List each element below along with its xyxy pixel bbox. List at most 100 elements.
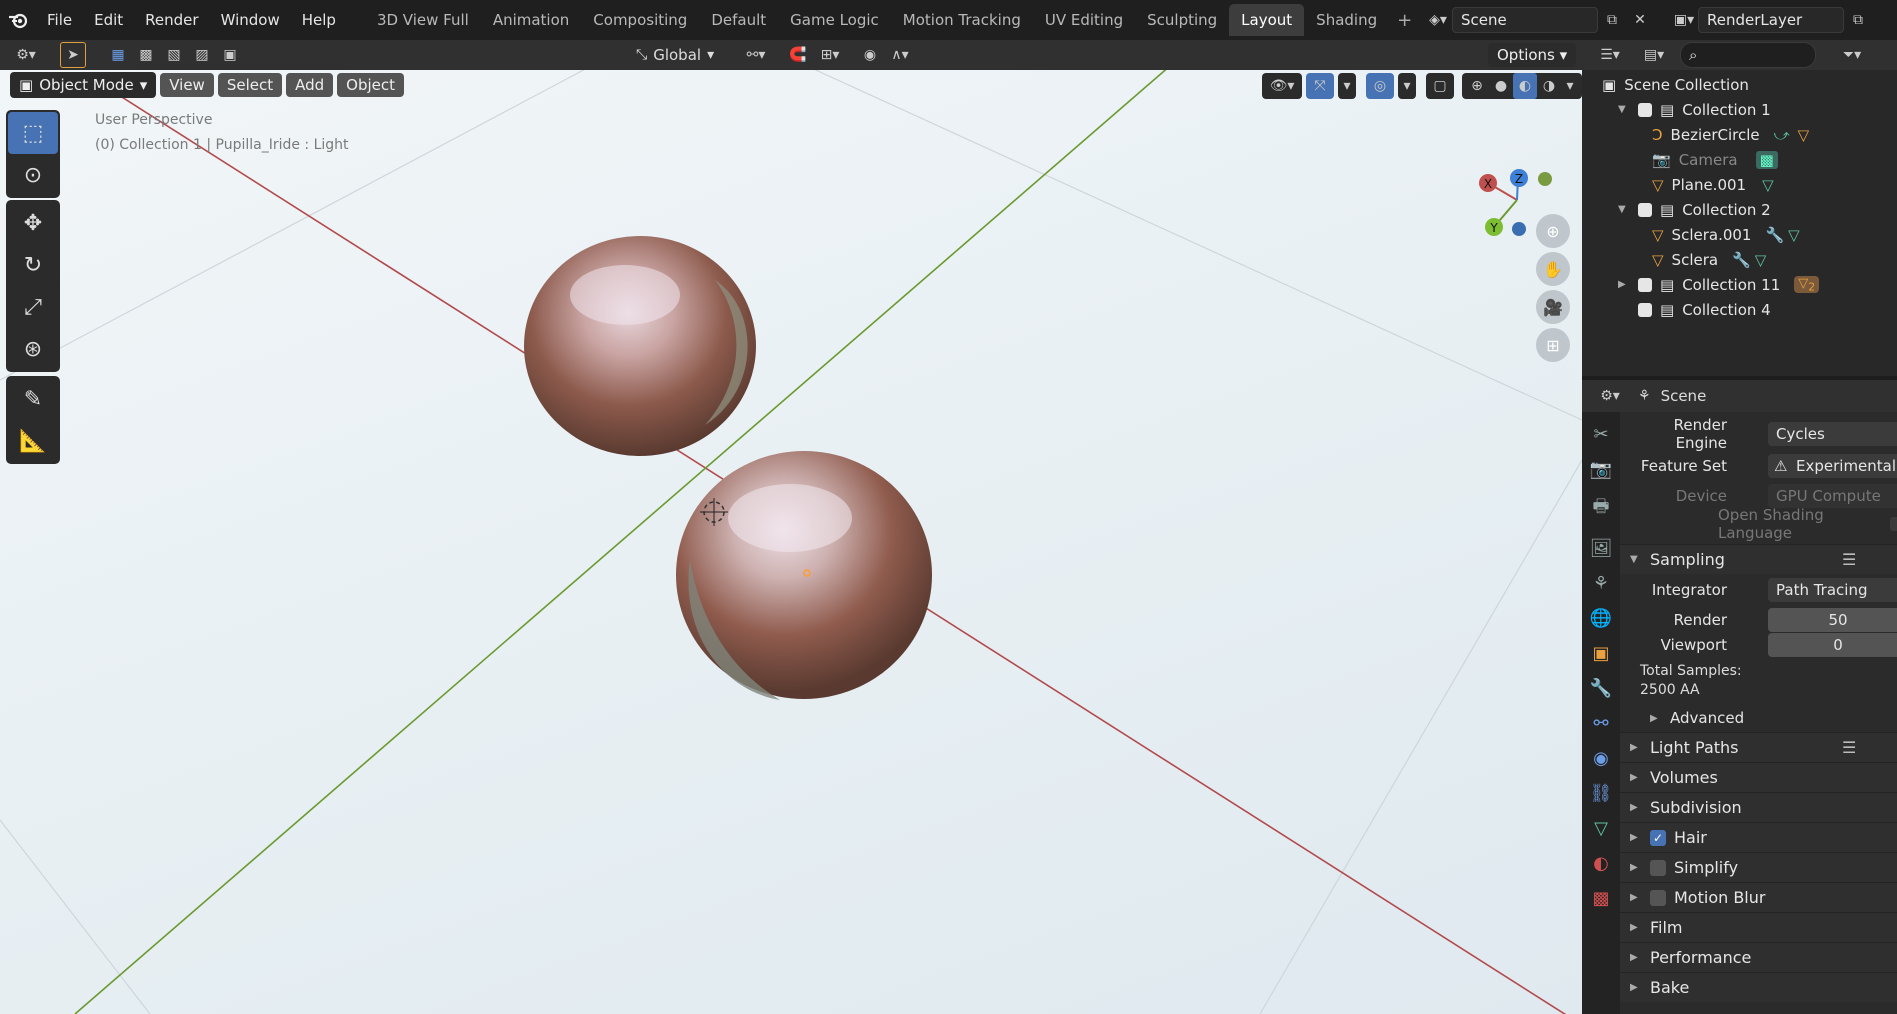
outliner-row[interactable]: ▽ Sclera 🔧 ▽ — [1582, 247, 1897, 272]
light-paths-panel-header[interactable]: ▶ Light Paths ☰ — [1620, 732, 1897, 762]
menu-file[interactable]: File — [36, 0, 83, 40]
solid-shading-icon[interactable]: ● — [1489, 73, 1513, 99]
transform-orientation[interactable]: ⤡ Global ▾ — [636, 46, 714, 64]
motion-blur-checkbox[interactable] — [1650, 889, 1666, 906]
particles-tab-icon[interactable]: ⚯ — [1593, 713, 1608, 734]
overlays-options-icon[interactable]: ▾ — [1398, 73, 1416, 99]
render-tab-icon[interactable]: 📷 — [1590, 459, 1612, 480]
scene-name-field[interactable]: Scene — [1452, 7, 1598, 33]
rendered-shading-icon[interactable]: ◑ — [1537, 73, 1561, 99]
scene-copy-icon[interactable]: ⧉ — [1598, 7, 1626, 33]
hair-panel-header[interactable]: ▶ ✓ Hair — [1620, 822, 1897, 852]
tool-tab-icon[interactable]: ✂ — [1593, 424, 1608, 445]
simplify-checkbox[interactable] — [1650, 859, 1666, 876]
physics-tab-icon[interactable]: ◉ — [1593, 748, 1609, 769]
scene-remove-icon[interactable]: ✕ — [1626, 7, 1654, 33]
options-button[interactable]: Options ▾ — [1488, 43, 1577, 67]
view-layer-copy-icon[interactable]: ⧉ — [1844, 7, 1872, 33]
zoom-icon[interactable]: ⊕ — [1536, 214, 1570, 248]
presets-list-icon[interactable]: ☰ — [1842, 738, 1856, 757]
view-layer-browse-icon[interactable]: ▣▾ — [1670, 7, 1698, 33]
outliner-search-input[interactable]: ⌕ — [1680, 42, 1816, 68]
select-box-tool-icon[interactable]: ⬚ — [8, 112, 58, 154]
texture-tab-icon[interactable]: ▩ — [1592, 888, 1609, 909]
film-panel-header[interactable]: ▶ Film — [1620, 912, 1897, 942]
visibility-icon[interactable]: 👁▾ — [1262, 73, 1302, 99]
properties-editor-type-icon[interactable]: ⚙▾ — [1592, 383, 1628, 409]
advanced-subpanel-header[interactable]: ▶ Advanced — [1620, 704, 1897, 732]
tab-motion-tracking[interactable]: Motion Tracking — [891, 4, 1033, 36]
select-mode-invert-icon[interactable]: ▨ — [188, 42, 216, 68]
presets-list-icon[interactable]: ☰ — [1842, 550, 1856, 569]
sphere-object-2[interactable] — [676, 451, 932, 700]
outliner-row[interactable]: ▶ ▤ Collection 11 ▽2 — [1582, 272, 1897, 297]
view-layer-tab-icon[interactable]: 🖼 — [1590, 538, 1613, 559]
gizmo-options-icon[interactable]: ▾ — [1338, 73, 1356, 99]
device-dropdown[interactable]: GPU Compute — [1768, 484, 1897, 508]
annotate-tool-icon[interactable]: ✎ — [8, 378, 58, 420]
tab-3d-view-full[interactable]: 3D View Full — [365, 4, 481, 36]
scale-tool-icon[interactable]: ⤢ — [8, 286, 58, 328]
object-menu[interactable]: Object — [337, 73, 405, 97]
subdivision-panel-header[interactable]: ▶ Subdivision — [1620, 792, 1897, 822]
xray-toggle-icon[interactable]: ▢ — [1426, 73, 1454, 99]
tab-sculpting[interactable]: Sculpting — [1135, 4, 1229, 36]
expand-arrow-icon[interactable]: ▼ — [1618, 204, 1628, 215]
outliner-row[interactable]: ▼ ▤ Collection 2 — [1582, 197, 1897, 222]
display-mode-icon[interactable]: ▤▾ — [1636, 42, 1672, 68]
render-engine-dropdown[interactable]: Cycles — [1768, 422, 1897, 446]
gizmo-toggle-icon[interactable]: ⤧ — [1306, 73, 1334, 99]
exclude-checkbox[interactable] — [1638, 302, 1652, 317]
sampling-panel-header[interactable]: ▼ Sampling ☰ — [1620, 544, 1897, 574]
rotate-tool-icon[interactable]: ↻ — [8, 244, 58, 286]
select-mode-intersect-icon[interactable]: ▣ — [216, 42, 244, 68]
pan-hand-icon[interactable]: ✋ — [1536, 252, 1570, 286]
snap-toggle-icon[interactable]: 🧲 — [784, 42, 812, 68]
object-mode-dropdown[interactable]: ▣ Object Mode ▾ — [10, 72, 157, 98]
simplify-panel-header[interactable]: ▶ Simplify — [1620, 852, 1897, 882]
tab-default[interactable]: Default — [699, 4, 778, 36]
feature-set-dropdown[interactable]: ⚠ Experimental — [1768, 454, 1897, 478]
filter-icon[interactable]: ⏷▾ — [1838, 42, 1866, 68]
tab-layout[interactable]: Layout — [1229, 4, 1305, 36]
hair-checkbox[interactable]: ✓ — [1650, 829, 1666, 846]
performance-panel-header[interactable]: ▶ Performance — [1620, 942, 1897, 972]
3d-viewport[interactable]: X Z Y ⚙▾ ➤ ▦ ▩ ▧ ▨ ▣ ⤡ Global ▾ ⚯▾ 🧲 ⊞▾ … — [0, 40, 1582, 1014]
modifier-tab-icon[interactable]: 🔧 — [1590, 678, 1612, 699]
osl-checkbox[interactable] — [1890, 517, 1897, 531]
bake-panel-header[interactable]: ▶ Bake — [1620, 972, 1897, 1002]
move-tool-icon[interactable]: ✥ — [8, 202, 58, 244]
add-menu[interactable]: Add — [286, 73, 334, 97]
select-mode-subtract-icon[interactable]: ▧ — [160, 42, 188, 68]
collapse-arrow-icon[interactable]: ▶ — [1618, 279, 1628, 290]
object-tab-icon[interactable]: ▣ — [1592, 643, 1609, 664]
tab-uv-editing[interactable]: UV Editing — [1033, 4, 1135, 36]
measure-tool-icon[interactable]: 📐 — [8, 420, 58, 462]
blender-logo-icon[interactable] — [0, 0, 36, 40]
outliner-editor-type-icon[interactable]: ☰▾ — [1592, 42, 1628, 68]
scene-collection-row[interactable]: ▣ Scene Collection — [1582, 72, 1897, 97]
data-tab-icon[interactable]: ▽ — [1594, 818, 1608, 839]
outliner-row[interactable]: Ɔ BezierCircle ⤻ ▽ — [1582, 122, 1897, 147]
overlays-toggle-icon[interactable]: ◎ — [1366, 73, 1394, 99]
motion-blur-panel-header[interactable]: ▶ Motion Blur — [1620, 882, 1897, 912]
exclude-checkbox[interactable] — [1638, 102, 1652, 117]
perspective-toggle-icon[interactable]: ⊞ — [1536, 328, 1570, 362]
outliner-row[interactable]: ▽ Plane.001 ▽ — [1582, 172, 1897, 197]
proportional-edit-icon[interactable]: ◉ — [856, 42, 884, 68]
material-shading-icon[interactable]: ◐ — [1513, 73, 1537, 99]
menu-render[interactable]: Render — [134, 0, 209, 40]
tab-shading[interactable]: Shading — [1304, 4, 1389, 36]
tab-compositing[interactable]: Compositing — [581, 4, 699, 36]
sphere-object-1[interactable] — [524, 236, 756, 456]
menu-edit[interactable]: Edit — [83, 0, 134, 40]
menu-help[interactable]: Help — [291, 0, 347, 40]
output-tab-icon[interactable]: 🖶 — [1593, 494, 1610, 524]
viewport-samples-field[interactable]: 0 — [1768, 633, 1897, 657]
scene-tab-icon[interactable]: ⚘ — [1593, 573, 1609, 594]
select-mode-extend-icon[interactable]: ▩ — [132, 42, 160, 68]
transform-tool-icon[interactable]: ⊛ — [8, 328, 58, 370]
select-mode-new-icon[interactable]: ▦ — [104, 42, 132, 68]
view-menu[interactable]: View — [160, 73, 214, 97]
wireframe-shading-icon[interactable]: ⊕ — [1465, 73, 1489, 99]
